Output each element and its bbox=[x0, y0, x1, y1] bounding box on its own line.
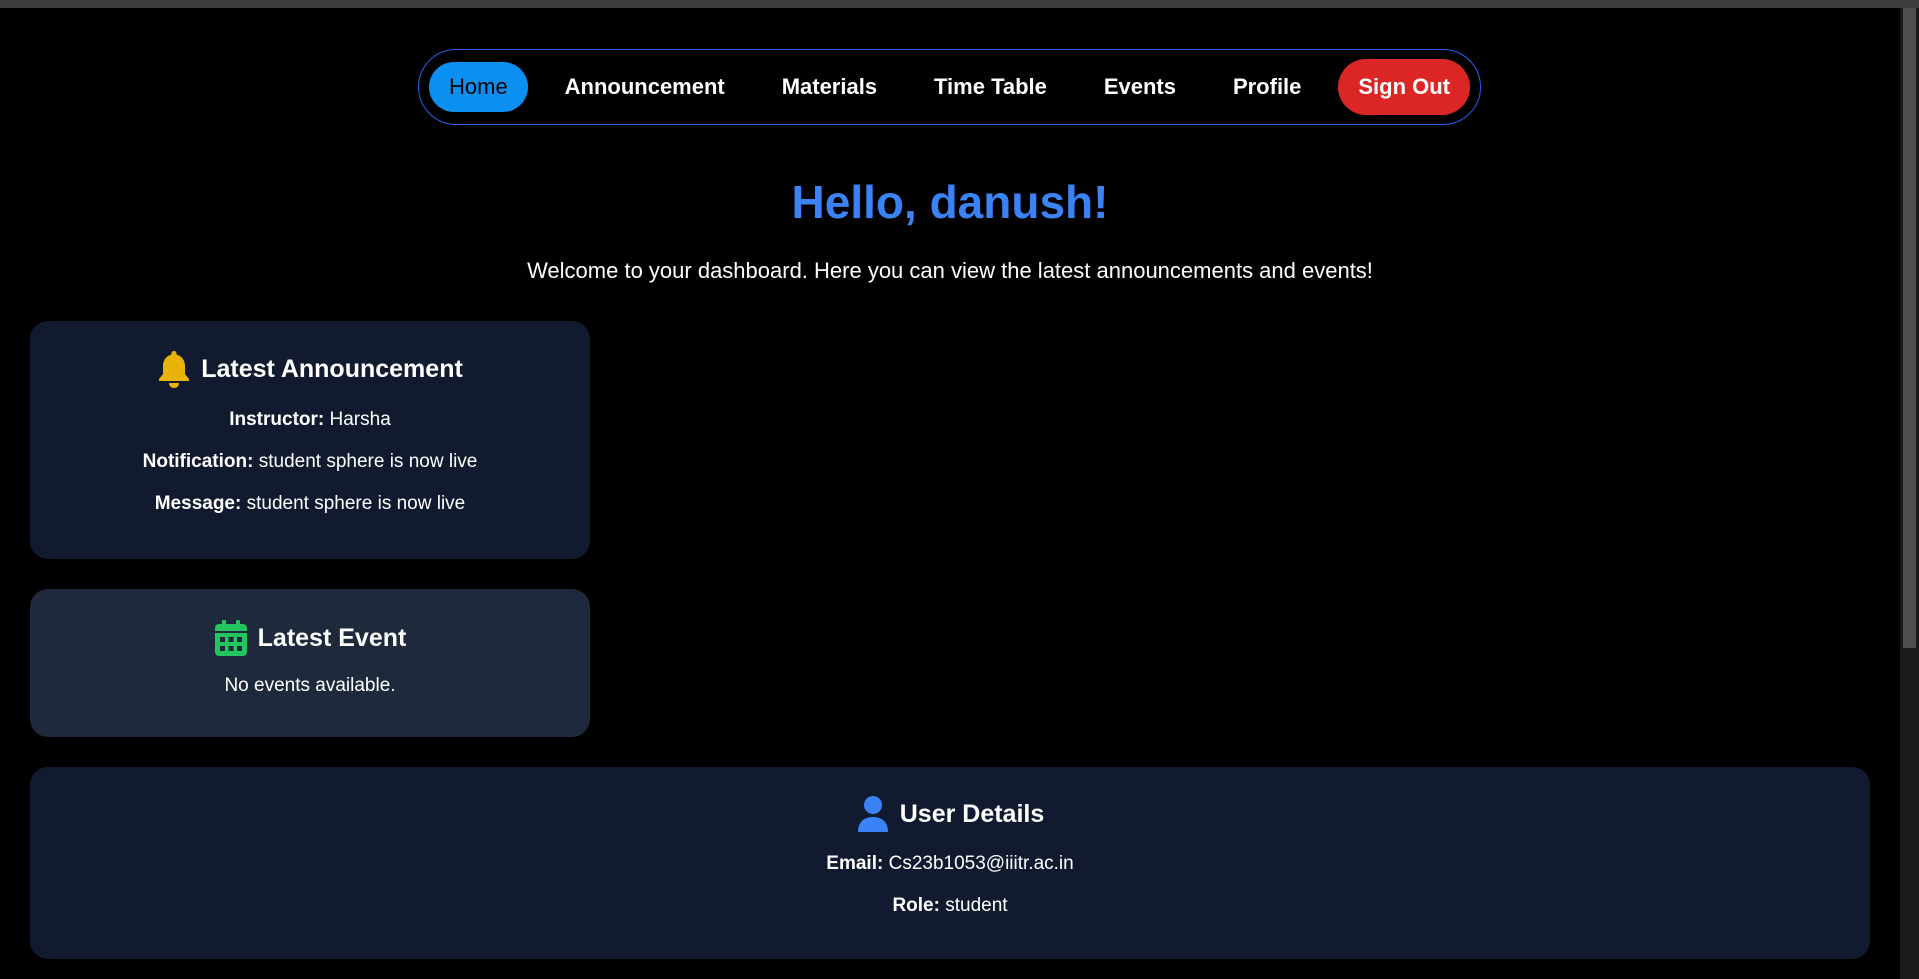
calendar-icon bbox=[214, 619, 248, 657]
instructor-value: Harsha bbox=[329, 409, 391, 430]
no-events-text: No events available. bbox=[224, 675, 396, 696]
nav-item-home[interactable]: Home bbox=[429, 62, 528, 112]
welcome-text: Welcome to your dashboard. Here you can … bbox=[527, 258, 1373, 283]
browser-top-bar bbox=[0, 0, 1919, 8]
greeting-heading: Hello, danush! bbox=[791, 176, 1109, 228]
event-title-text: Latest Event bbox=[257, 623, 407, 652]
announcement-card-title: Latest Announcement bbox=[30, 349, 590, 389]
scrollbar-thumb[interactable] bbox=[1903, 8, 1916, 648]
vertical-scrollbar[interactable] bbox=[1900, 8, 1919, 979]
notification-label: Notification: bbox=[142, 451, 254, 472]
nav-item-events[interactable]: Events bbox=[1084, 62, 1196, 112]
email-value: Cs23b1053@iiitr.ac.in bbox=[888, 853, 1074, 874]
message-value: student sphere is now live bbox=[246, 493, 466, 514]
latest-event-card: Latest Event No events available. bbox=[30, 589, 590, 737]
role-label: Role: bbox=[892, 895, 940, 916]
event-card-title: Latest Event bbox=[30, 619, 590, 657]
user-card-title: User Details bbox=[30, 795, 1870, 833]
message-label: Message: bbox=[154, 493, 242, 514]
user-title-text: User Details bbox=[899, 799, 1045, 828]
role-value: student bbox=[945, 895, 1008, 916]
email-row: Email: Cs23b1053@iiitr.ac.in bbox=[30, 853, 1870, 875]
instructor-row: Instructor: Harsha bbox=[30, 409, 590, 431]
nav-item-time-table[interactable]: Time Table bbox=[914, 62, 1067, 112]
bell-icon bbox=[157, 349, 191, 389]
latest-announcement-card: Latest Announcement Instructor: Harsha N… bbox=[30, 321, 590, 559]
message-row: Message: student sphere is now live bbox=[30, 493, 590, 515]
nav-item-announcement[interactable]: Announcement bbox=[545, 62, 745, 112]
main-nav: Home Announcement Materials Time Table E… bbox=[418, 49, 1481, 125]
notification-row: Notification: student sphere is now live bbox=[30, 451, 590, 473]
email-label: Email: bbox=[826, 853, 884, 874]
user-icon bbox=[856, 795, 890, 833]
announcement-title-text: Latest Announcement bbox=[201, 354, 463, 383]
instructor-label: Instructor: bbox=[229, 409, 325, 430]
notification-value: student sphere is now live bbox=[258, 451, 478, 472]
role-row: Role: student bbox=[30, 895, 1870, 917]
user-details-card: User Details Email: Cs23b1053@iiitr.ac.i… bbox=[30, 767, 1870, 959]
sign-out-button[interactable]: Sign Out bbox=[1338, 59, 1470, 115]
nav-item-profile[interactable]: Profile bbox=[1213, 62, 1321, 112]
nav-item-materials[interactable]: Materials bbox=[762, 62, 897, 112]
